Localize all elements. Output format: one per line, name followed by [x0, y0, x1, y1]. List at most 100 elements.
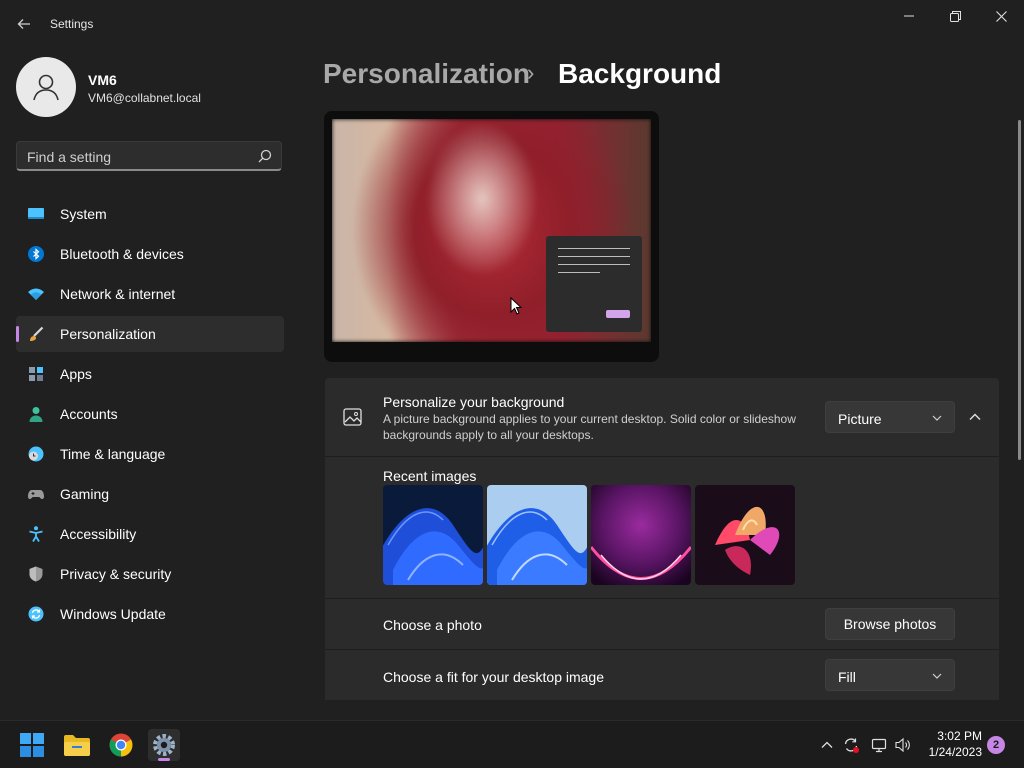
picture-icon	[343, 408, 362, 426]
accessibility-icon	[29, 526, 43, 542]
chevron-up-icon[interactable]	[819, 737, 835, 753]
search-icon[interactable]	[258, 149, 272, 163]
restore-button[interactable]	[932, 0, 978, 32]
sidebar-item-windows-update[interactable]: Windows Update	[16, 596, 284, 632]
minimize-icon	[904, 15, 914, 17]
breadcrumb-parent[interactable]: Personalization	[323, 58, 530, 90]
breadcrumb-separator-icon: ›	[527, 60, 535, 85]
chrome-icon	[109, 733, 133, 757]
restore-icon	[949, 10, 961, 22]
sidebar-item-accessibility[interactable]: Accessibility	[16, 516, 284, 552]
file-explorer-button[interactable]	[61, 729, 93, 761]
dropdown-value: Picture	[838, 411, 882, 427]
back-arrow-icon	[17, 19, 30, 29]
fit-dropdown[interactable]: Fill	[825, 659, 955, 691]
profile-email: VM6@collabnet.local	[88, 91, 201, 105]
network-icon[interactable]	[871, 737, 887, 753]
monitor-icon	[28, 208, 44, 219]
sidebar-item-label: Accounts	[60, 406, 118, 422]
search-box[interactable]: Find a setting	[16, 141, 282, 171]
thumbnail-image	[695, 485, 795, 585]
sidebar-item-time-language[interactable]: Time & language	[16, 436, 284, 472]
wifi-icon	[28, 288, 44, 300]
sidebar-item-label: Windows Update	[60, 606, 166, 622]
mouse-cursor-icon	[510, 297, 522, 315]
sidebar-item-system[interactable]: System	[16, 196, 284, 232]
update-icon	[28, 606, 44, 622]
background-type-dropdown[interactable]: Picture	[825, 401, 955, 433]
sidebar-item-label: Accessibility	[60, 526, 137, 542]
personalize-background-card[interactable]: Personalize your background A picture ba…	[325, 378, 999, 456]
sync-status-icon[interactable]	[843, 737, 859, 753]
sidebar-item-label: Bluetooth & devices	[60, 246, 184, 262]
settings-taskbar-button[interactable]	[148, 729, 180, 761]
close-button[interactable]	[978, 0, 1024, 32]
bluetooth-icon	[28, 246, 44, 262]
thumbnail-image	[383, 485, 483, 585]
sidebar-item-label: System	[60, 206, 107, 222]
sidebar-item-privacy[interactable]: Privacy & security	[16, 556, 284, 592]
browse-photos-button[interactable]: Browse photos	[825, 608, 955, 640]
sidebar-item-gaming[interactable]: Gaming	[16, 476, 284, 512]
recent-image-bloom-blue-dark[interactable]	[383, 485, 483, 585]
start-icon	[20, 733, 44, 757]
clock-time[interactable]: 3:02 PM	[924, 729, 982, 743]
app-title: Settings	[50, 17, 94, 31]
clock-globe-icon	[28, 446, 44, 462]
recent-images-label: Recent images	[383, 468, 477, 484]
sidebar-item-label: Gaming	[60, 486, 110, 502]
choose-photo-label: Choose a photo	[383, 617, 482, 633]
back-button[interactable]	[10, 10, 38, 38]
sidebar-item-label: Network & internet	[60, 286, 176, 302]
notification-badge[interactable]: 2	[987, 736, 1005, 754]
selection-indicator	[16, 326, 19, 342]
recent-image-glow-purple[interactable]	[591, 485, 691, 585]
search-input[interactable]: Find a setting	[27, 149, 111, 165]
scrollbar[interactable]	[1018, 120, 1021, 460]
start-button[interactable]	[16, 729, 48, 761]
card-description: A picture background applies to your cur…	[383, 412, 796, 442]
close-icon	[995, 10, 1007, 22]
person-icon	[29, 407, 43, 422]
active-app-indicator	[158, 758, 170, 761]
minimize-button[interactable]	[886, 0, 932, 32]
volume-icon[interactable]	[895, 737, 911, 753]
avatar[interactable]	[16, 57, 76, 117]
chevron-up-icon[interactable]	[965, 407, 985, 427]
profile-name: VM6	[88, 72, 117, 88]
sidebar-item-bluetooth[interactable]: Bluetooth & devices	[16, 236, 284, 272]
choose-photo-row: Choose a photo Browse photos	[325, 599, 999, 649]
recent-image-bloom-blue-light[interactable]	[487, 485, 587, 585]
thumbnail-image	[487, 485, 587, 585]
sidebar-item-label: Time & language	[60, 446, 166, 462]
title-bar: Settings	[0, 0, 1024, 48]
desktop-preview	[324, 111, 659, 362]
taskbar	[0, 720, 1024, 768]
sidebar-item-accounts[interactable]: Accounts	[16, 396, 284, 432]
recent-image-flower-abstract[interactable]	[695, 485, 795, 585]
paintbrush-icon	[30, 326, 44, 341]
file-explorer-icon	[64, 735, 90, 756]
gamepad-icon	[28, 490, 44, 499]
shield-icon	[29, 566, 43, 582]
sidebar-item-network[interactable]: Network & internet	[16, 276, 284, 312]
preview-screen	[332, 119, 651, 342]
sidebar-item-label: Privacy & security	[60, 566, 172, 582]
dropdown-value: Fill	[838, 669, 856, 685]
sidebar-item-apps[interactable]: Apps	[16, 356, 284, 392]
chevron-down-icon	[932, 673, 942, 679]
sidebar-item-label: Apps	[60, 366, 92, 382]
sidebar-item-personalization[interactable]: Personalization	[16, 316, 284, 352]
chrome-button[interactable]	[105, 729, 137, 761]
sidebar-item-label: Personalization	[60, 326, 156, 342]
preview-window	[546, 236, 642, 332]
card-title: Personalize your background	[383, 394, 565, 410]
choose-fit-row: Choose a fit for your desktop image Fill	[325, 650, 999, 700]
page-title: Background	[558, 58, 722, 89]
person-icon	[33, 74, 59, 101]
clock-date[interactable]: 1/24/2023	[924, 745, 982, 759]
settings-icon	[153, 734, 175, 756]
chevron-down-icon	[932, 415, 942, 421]
choose-fit-label: Choose a fit for your desktop image	[383, 669, 605, 685]
apps-icon	[29, 367, 43, 381]
